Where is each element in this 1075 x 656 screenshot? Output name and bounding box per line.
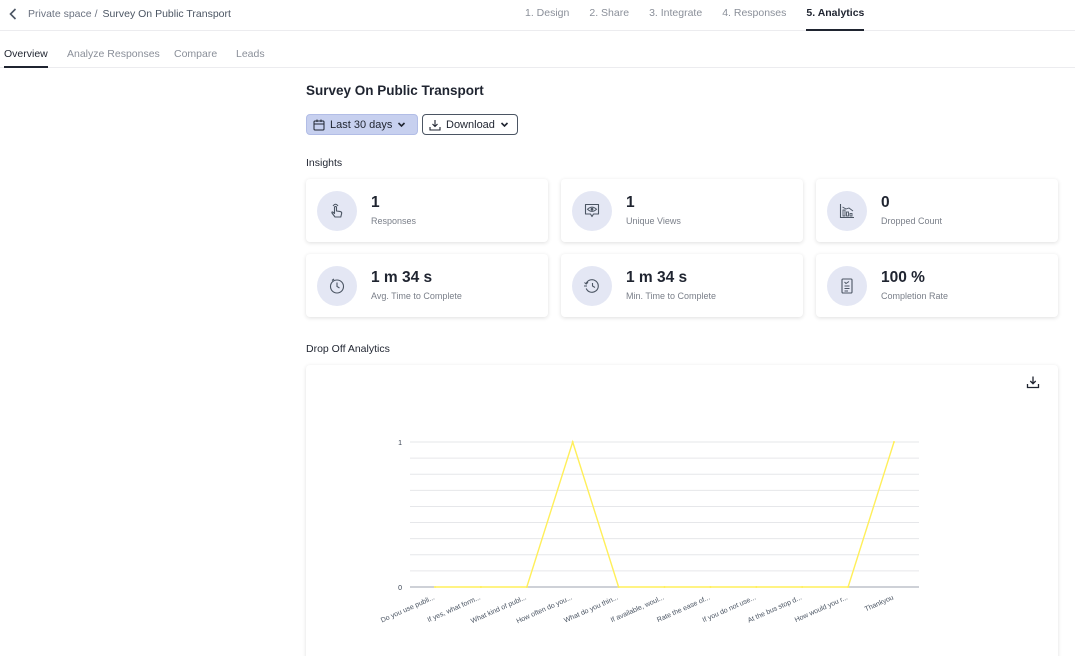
data-point: [479, 586, 482, 588]
data-point: [709, 586, 712, 588]
data-point: [663, 586, 666, 588]
data-point: [893, 441, 895, 443]
data-point: [434, 586, 436, 588]
y-tick-label: 1: [398, 440, 402, 447]
data-point: [525, 586, 528, 588]
data-point: [617, 586, 620, 588]
data-point: [755, 586, 758, 588]
data-point: [571, 441, 574, 443]
x-tick-label: Thankyou: [864, 594, 895, 613]
data-point: [847, 586, 850, 588]
series-line: [435, 439, 895, 588]
drop-off-chart: 01Do you use publi...If yes, what form..…: [380, 439, 919, 625]
data-point: [801, 586, 804, 588]
y-tick-label: 0: [398, 585, 402, 592]
